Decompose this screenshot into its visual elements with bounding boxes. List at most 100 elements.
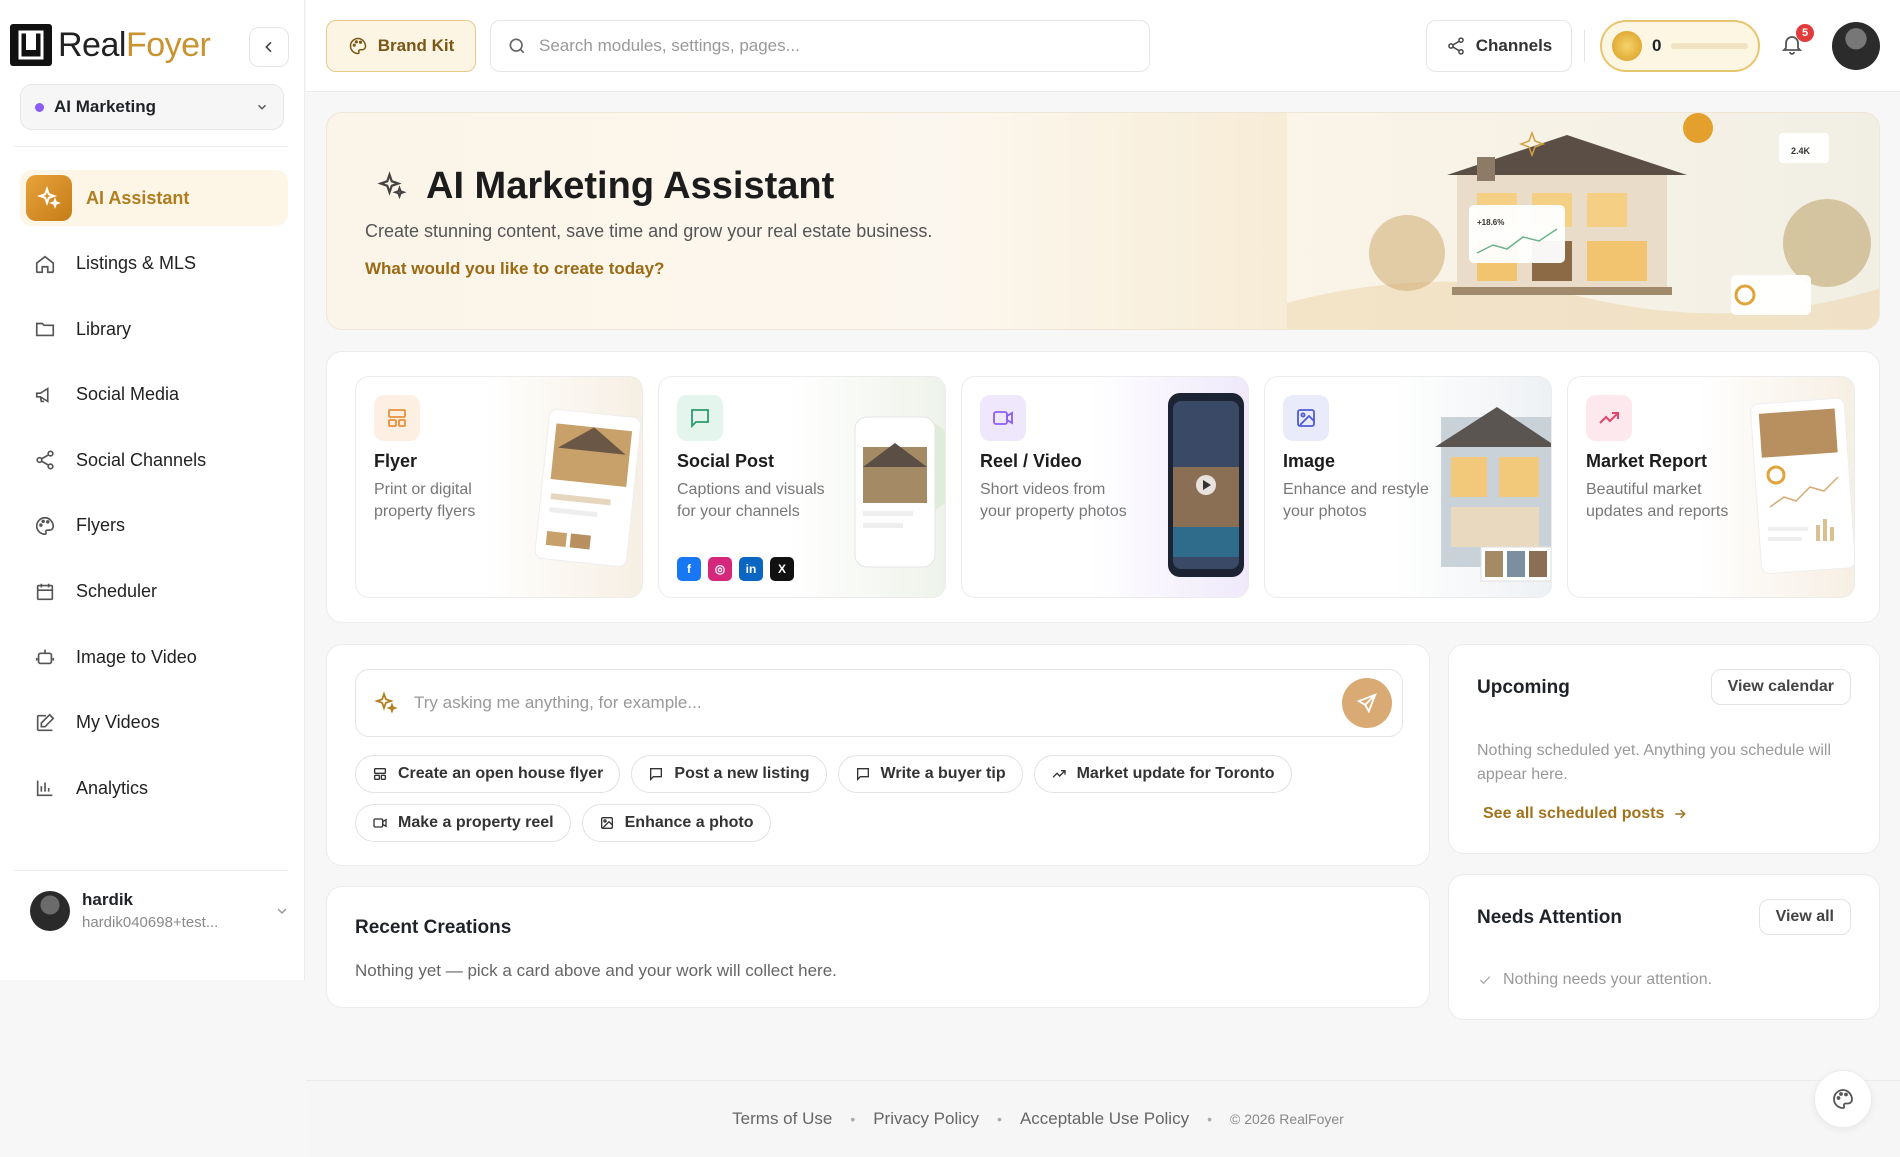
- logo[interactable]: RealFoyer: [10, 24, 211, 66]
- trending-up-icon: [1586, 395, 1632, 441]
- view-all-button[interactable]: View all: [1758, 899, 1851, 935]
- avatar[interactable]: [1832, 22, 1880, 70]
- ask-input[interactable]: [414, 693, 1326, 713]
- sidebar-item-ai-assistant[interactable]: AI Assistant: [20, 170, 288, 226]
- footer: Terms of Use • Privacy Policy • Acceptab…: [306, 1080, 1900, 1157]
- send-button[interactable]: [1342, 678, 1392, 728]
- card-desc: Captions and visuals for your channels: [677, 481, 825, 520]
- user-menu[interactable]: hardik hardik040698+test...: [30, 890, 290, 931]
- sparkles-icon: [374, 691, 398, 714]
- needs-attention-panel: Needs Attention View all Nothing needs y…: [1448, 874, 1880, 1020]
- chip-post-listing[interactable]: Post a new listing: [631, 755, 827, 793]
- topbar: Brand Kit Channels 0 5: [306, 0, 1900, 92]
- sidebar-divider: [14, 870, 288, 871]
- create-cards: Flyer Print or digital property flyers S…: [326, 351, 1880, 623]
- sidebar-nav: AI Assistant Listings & MLS Library Soci…: [20, 170, 288, 826]
- palette-icon: [349, 37, 367, 55]
- footer-separator: •: [997, 1111, 1002, 1127]
- search-box[interactable]: [490, 20, 1150, 72]
- sidebar-item-library[interactable]: Library: [20, 301, 288, 357]
- card-title: Flyer: [374, 451, 418, 471]
- sidebar-item-listings[interactable]: Listings & MLS: [20, 236, 288, 292]
- hero-question: What would you like to create today?: [365, 259, 665, 278]
- message-square-icon: [677, 395, 723, 441]
- hero-illustration: 2.4K +18.6%: [1287, 113, 1879, 329]
- card-image[interactable]: Image Enhance and restyle your photos: [1264, 376, 1552, 598]
- logo-text: RealFoyer: [58, 25, 211, 64]
- sparkles-icon: [26, 175, 72, 221]
- section-title: Upcoming: [1477, 677, 1570, 698]
- sidebar-item-label: Listings & MLS: [76, 253, 197, 274]
- sidebar-item-social-media[interactable]: Social Media: [20, 367, 288, 423]
- user-name: hardik: [82, 890, 134, 909]
- facebook-icon: f: [677, 557, 701, 581]
- home-icon: [34, 253, 56, 275]
- card-flyer[interactable]: Flyer Print or digital property flyers: [355, 376, 643, 598]
- empty-state-text: Nothing scheduled yet. Anything you sche…: [1477, 742, 1831, 783]
- calendar-icon: [34, 581, 56, 603]
- video-icon: [373, 818, 387, 828]
- sidebar-item-label: Flyers: [76, 515, 125, 536]
- sidebar-item-my-videos[interactable]: My Videos: [20, 695, 288, 751]
- image-illustration: [1435, 407, 1551, 582]
- recent-creations: Recent Creations Nothing yet — pick a ca…: [326, 886, 1430, 1008]
- empty-state-text: Nothing needs your attention.: [1477, 971, 1712, 989]
- credits-widget[interactable]: 0: [1600, 20, 1760, 72]
- sidebar-item-image-to-video[interactable]: Image to Video: [20, 629, 288, 685]
- footer-link-terms[interactable]: Terms of Use: [732, 1109, 832, 1129]
- chip-label: Create an open house flyer: [398, 765, 604, 782]
- sidebar-item-label: Analytics: [76, 777, 149, 798]
- channels-label: Channels: [1475, 36, 1553, 55]
- chip-label: Market update for Toronto: [1076, 765, 1275, 782]
- sidebar-item-label: Social Media: [76, 384, 180, 405]
- card-market-report[interactable]: Market Report Beautiful market updates a…: [1567, 376, 1855, 598]
- workspace-select[interactable]: AI Marketing: [20, 84, 284, 130]
- ask-box[interactable]: [355, 669, 1403, 737]
- sidebar-item-analytics[interactable]: Analytics: [20, 760, 288, 816]
- palette-icon: [1833, 1089, 1853, 1109]
- credits-bar: [1671, 43, 1748, 49]
- x-icon: X: [770, 557, 794, 581]
- linkedin-icon: in: [739, 557, 763, 581]
- chip-market-update[interactable]: Market update for Toronto: [1033, 755, 1292, 793]
- chevron-down-icon: [258, 104, 266, 110]
- chip-buyer-tip[interactable]: Write a buyer tip: [837, 755, 1023, 793]
- chip-open-house-flyer[interactable]: Create an open house flyer: [355, 755, 621, 793]
- suggestion-chips: Create an open house flyer Post a new li…: [355, 755, 1415, 842]
- card-title: Market Report: [1586, 451, 1708, 471]
- sidebar-item-label: Library: [76, 318, 132, 339]
- chip-property-reel[interactable]: Make a property reel: [355, 804, 571, 842]
- footer-link-aup[interactable]: Acceptable Use Policy: [1020, 1109, 1189, 1129]
- see-scheduled-link[interactable]: See all scheduled posts: [1483, 805, 1688, 823]
- card-social-post[interactable]: Social Post Captions and visuals for you…: [658, 376, 946, 598]
- social-post-illustration: [854, 416, 945, 568]
- brand-kit-button[interactable]: Brand Kit: [326, 20, 476, 72]
- sidebar-item-label: AI Assistant: [86, 187, 190, 208]
- channels-button[interactable]: Channels: [1426, 20, 1572, 72]
- sidebar-item-scheduler[interactable]: Scheduler: [20, 564, 288, 620]
- view-calendar-button[interactable]: View calendar: [1710, 669, 1851, 705]
- chip-label: Make a property reel: [398, 814, 554, 831]
- image-icon: [1283, 395, 1329, 441]
- hero-subtitle: Create stunning content, save time and g…: [365, 221, 933, 241]
- sidebar-item-flyers[interactable]: Flyers: [20, 498, 288, 554]
- theme-button[interactable]: [1814, 1070, 1872, 1128]
- search-input[interactable]: [539, 36, 1133, 56]
- card-title: Social Post: [677, 451, 775, 471]
- chip-label: Enhance a photo: [624, 814, 754, 831]
- chevron-down-icon: [277, 907, 287, 914]
- chip-enhance-photo[interactable]: Enhance a photo: [581, 804, 771, 842]
- card-desc: Print or digital property flyers: [374, 481, 476, 520]
- hero-art-stat-1: +18.6%: [1477, 218, 1504, 227]
- card-desc: Short videos from your property photos: [980, 481, 1127, 520]
- robot-icon: [34, 646, 56, 668]
- collapse-sidebar-button[interactable]: [249, 27, 289, 67]
- message-square-icon: [856, 768, 869, 781]
- sidebar-item-social-channels[interactable]: Social Channels: [20, 432, 288, 488]
- hero-banner: AI Marketing Assistant Create stunning c…: [326, 112, 1880, 330]
- folder-icon: [34, 318, 56, 340]
- bar-chart-icon: [34, 777, 56, 799]
- logo-mark-icon: [10, 24, 52, 66]
- card-reel-video[interactable]: Reel / Video Short videos from your prop…: [961, 376, 1249, 598]
- footer-link-privacy[interactable]: Privacy Policy: [873, 1109, 979, 1129]
